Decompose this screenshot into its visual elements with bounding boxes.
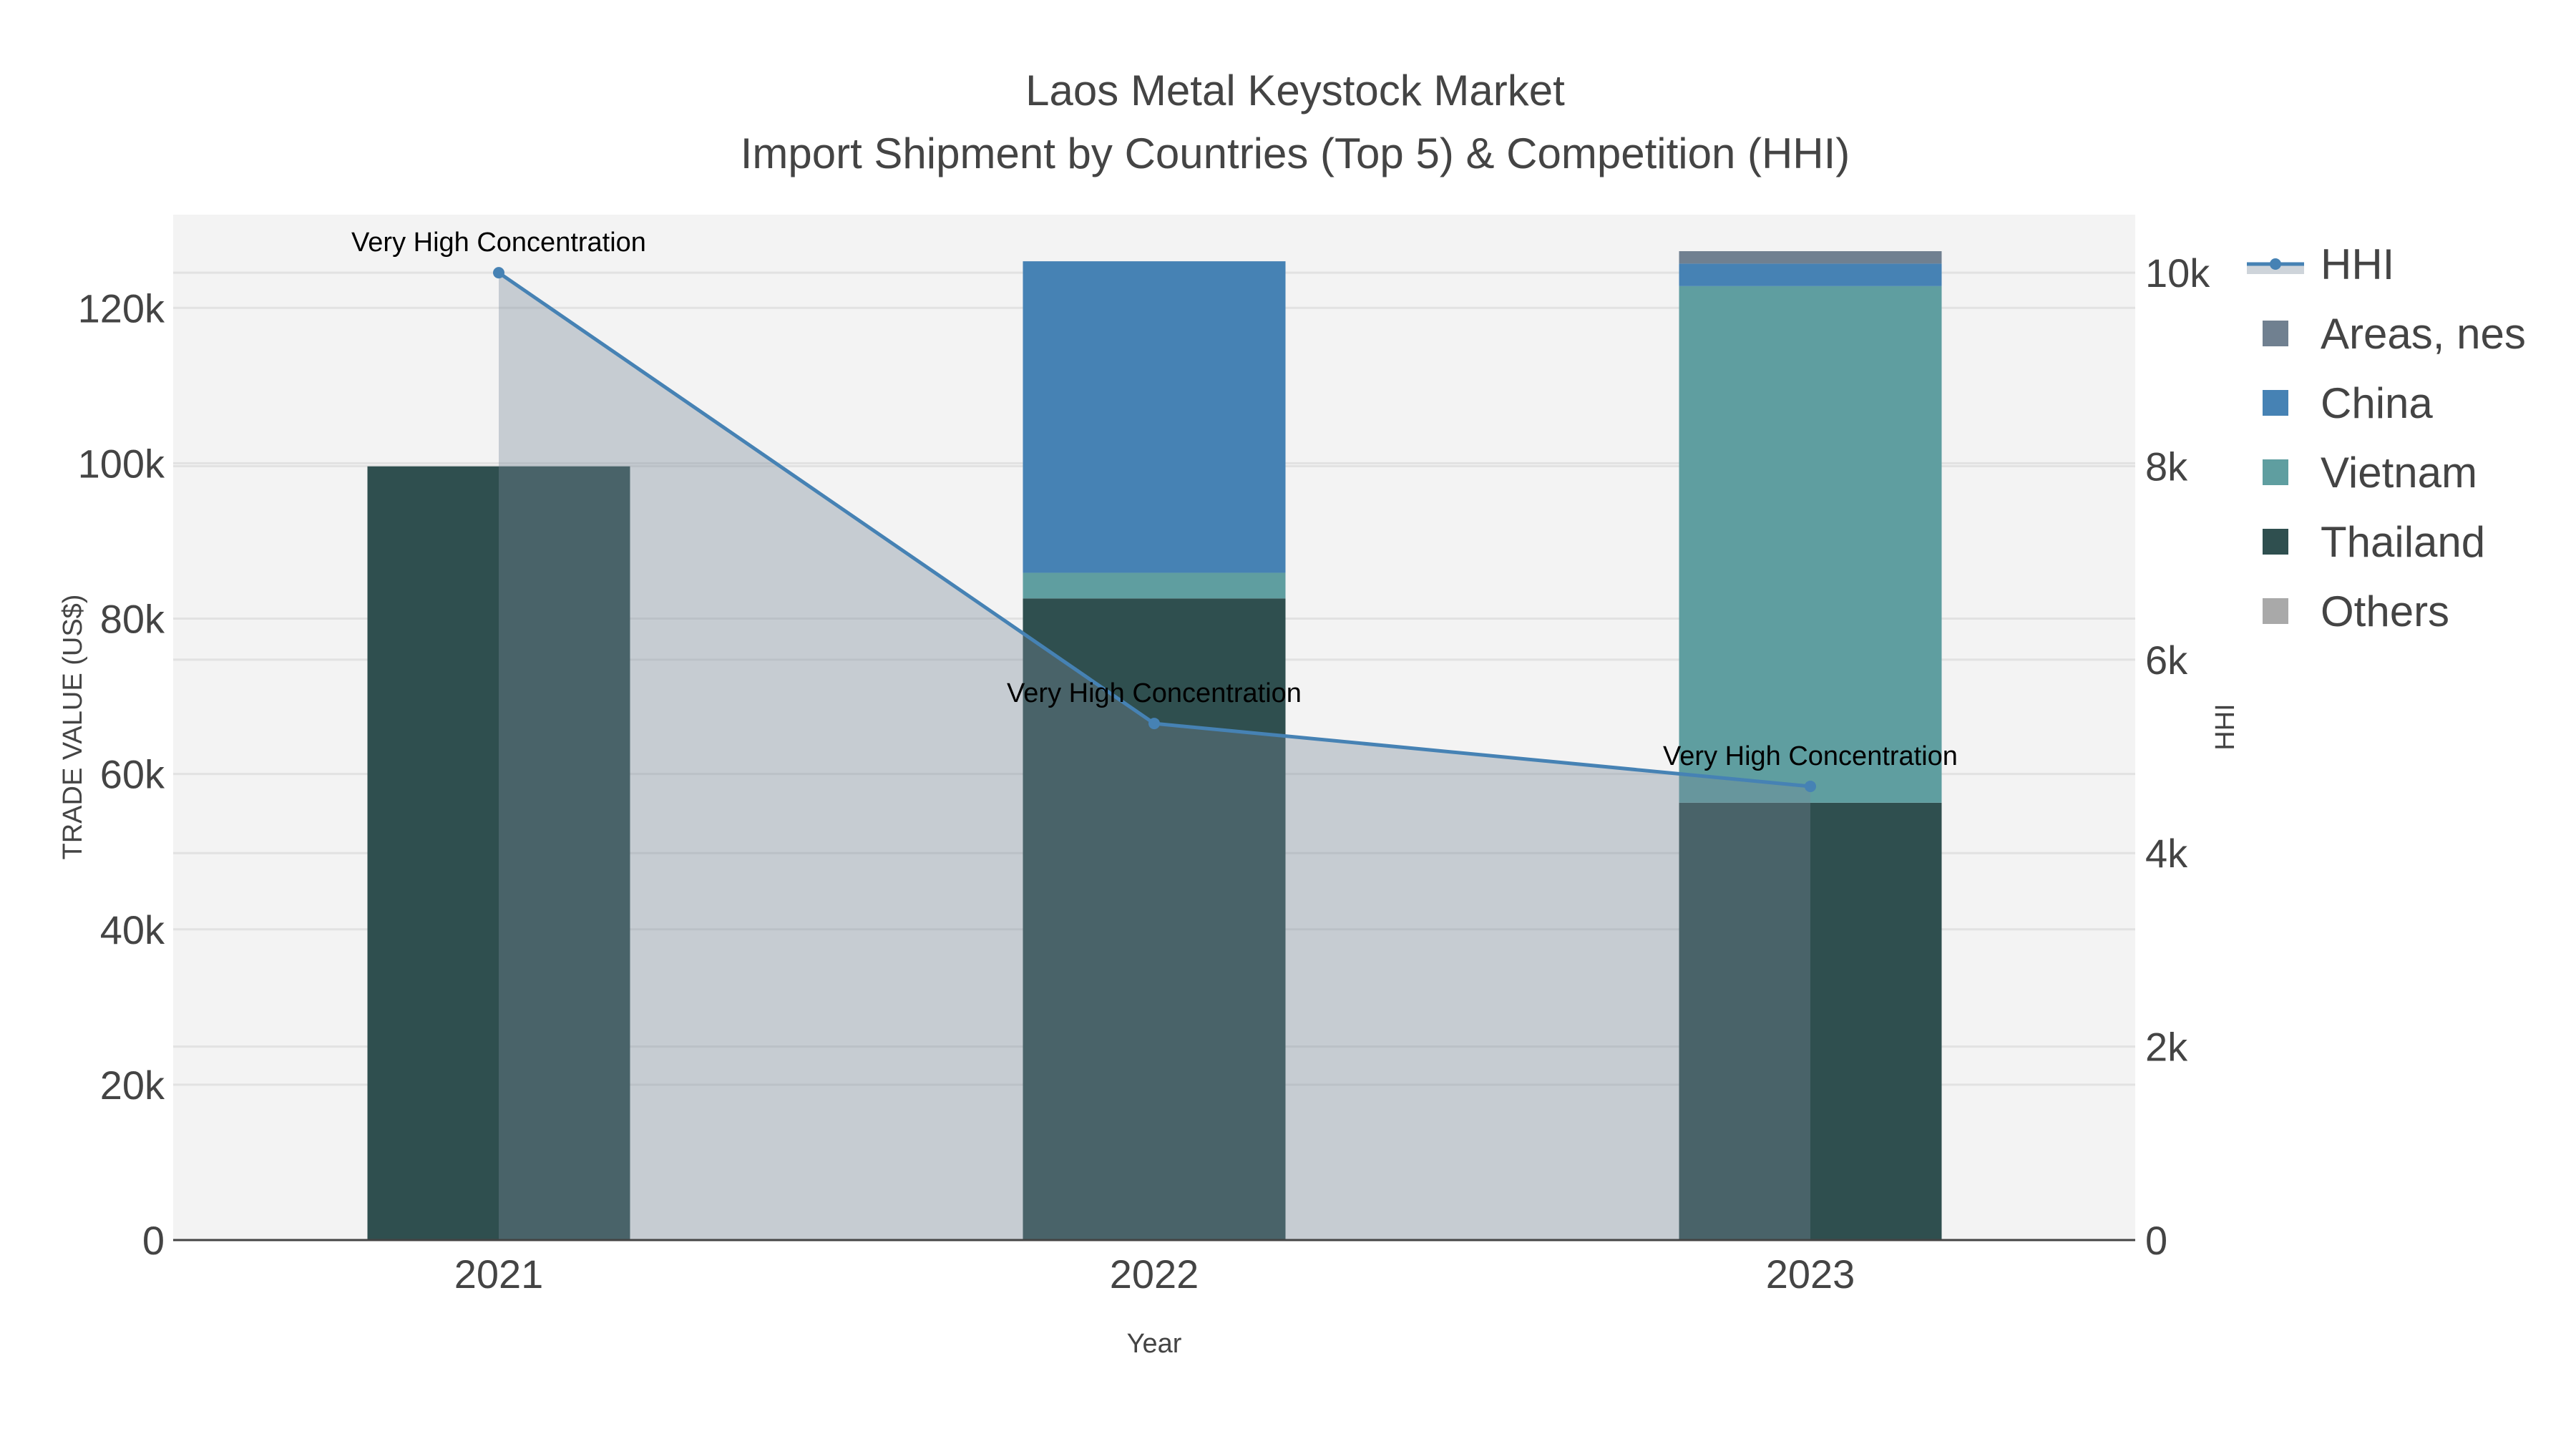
legend-swatch-icon <box>2263 459 2288 485</box>
legend: HHI Areas, nes China Vietnam Thailand Others <box>2247 240 2526 635</box>
bar-areas-nes-2023 <box>1679 251 1942 264</box>
hhi-annotation: Very High Concentration <box>1007 678 1302 708</box>
y-tick-label: 80k <box>100 597 165 642</box>
chart-subtitle: Import Shipment by Countries (Top 5) & C… <box>741 130 1850 177</box>
y-axis-title: TRADE VALUE (US$) <box>58 595 88 860</box>
y2-tick-label: 8k <box>2145 444 2188 489</box>
legend-hhi-marker-icon <box>2270 258 2281 270</box>
bar-vietnam-2023 <box>1679 286 1942 803</box>
y2-tick-label: 4k <box>2145 831 2188 876</box>
bar-vietnam-2022 <box>1023 572 1286 599</box>
x-tick-label: 2022 <box>1110 1252 1199 1297</box>
chart: 0 20k 40k 60k 80k 100k 120k 0 2k 4k 6k 8k 10k 2021 202… <box>58 67 2526 1359</box>
hhi-annotation: Very High Concentration <box>351 228 646 258</box>
y-tick-label: 120k <box>78 286 165 331</box>
legend-swatch-icon <box>2263 390 2288 416</box>
y-tick-label: 40k <box>100 907 165 952</box>
bar-china-2023 <box>1679 263 1942 286</box>
y2-tick-label: 6k <box>2145 638 2188 683</box>
chart-title: Laos Metal Keystock Market <box>1025 67 1565 114</box>
y2-axis-title: HHI <box>2210 703 2240 750</box>
x-tick-label: 2021 <box>454 1252 544 1297</box>
y2-tick-label: 0 <box>2145 1218 2167 1263</box>
y-tick-label: 100k <box>78 441 165 486</box>
y-tick-label: 60k <box>100 752 165 797</box>
legend-swatch-icon <box>2263 598 2288 624</box>
y-tick-label: 0 <box>142 1218 165 1263</box>
legend-label: Thailand <box>2321 518 2485 566</box>
bar-china-2022 <box>1023 261 1286 573</box>
y2-tick-label: 10k <box>2145 250 2210 296</box>
legend-label: China <box>2321 379 2433 427</box>
legend-label: Areas, nes <box>2321 310 2526 358</box>
legend-label: Others <box>2321 587 2449 635</box>
legend-swatch-icon <box>2263 321 2288 346</box>
legend-label-hhi: HHI <box>2321 240 2394 288</box>
hhi-point <box>493 267 504 279</box>
hhi-point <box>1805 780 1816 792</box>
x-tick-label: 2023 <box>1766 1252 1855 1297</box>
y-tick-label: 20k <box>100 1063 165 1108</box>
legend-swatch-icon <box>2263 529 2288 555</box>
y2-tick-label: 2k <box>2145 1025 2188 1070</box>
x-axis-title: Year <box>1127 1329 1182 1359</box>
hhi-annotation: Very High Concentration <box>1663 741 1958 771</box>
hhi-point <box>1148 718 1160 730</box>
legend-label: Vietnam <box>2321 449 2477 497</box>
